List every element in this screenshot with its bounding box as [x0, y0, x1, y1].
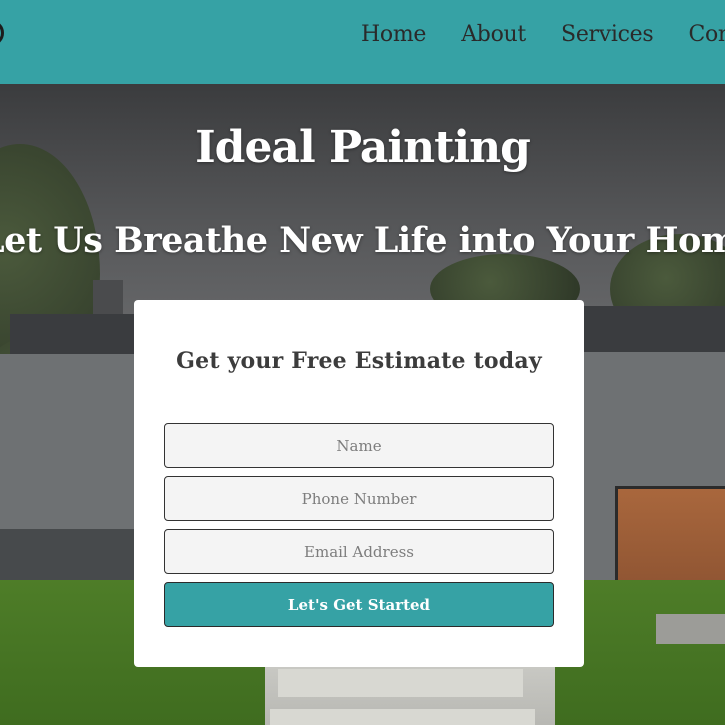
- get-started-button[interactable]: Let's Get Started: [164, 582, 554, 627]
- logo-icon[interactable]: [0, 20, 4, 46]
- walkway-step-2: [270, 709, 535, 725]
- house-roof-right: [584, 306, 725, 352]
- estimate-form-card: Get your Free Estimate today Let's Get S…: [134, 300, 584, 667]
- nav-links: Home About Services Conta: [361, 22, 725, 47]
- hero-title: Ideal Painting: [195, 122, 531, 173]
- nav-link-contact[interactable]: Conta: [688, 22, 725, 47]
- top-navbar: Home About Services Conta: [0, 0, 725, 84]
- nav-link-home[interactable]: Home: [361, 22, 426, 47]
- hero-subtitle: Let Us Breathe New Life into Your Home: [0, 220, 725, 261]
- nav-link-services[interactable]: Services: [561, 22, 654, 47]
- house-wall-left: [0, 354, 134, 529]
- gravel-right: [656, 614, 725, 644]
- email-address-input[interactable]: [164, 529, 554, 574]
- name-input[interactable]: [164, 423, 554, 468]
- nav-link-about[interactable]: About: [461, 22, 526, 47]
- house-roof-left: [10, 314, 140, 354]
- phone-number-input[interactable]: [164, 476, 554, 521]
- house-base-left: [0, 529, 134, 581]
- walkway-step-1: [278, 669, 523, 697]
- estimate-form-title: Get your Free Estimate today: [176, 348, 542, 374]
